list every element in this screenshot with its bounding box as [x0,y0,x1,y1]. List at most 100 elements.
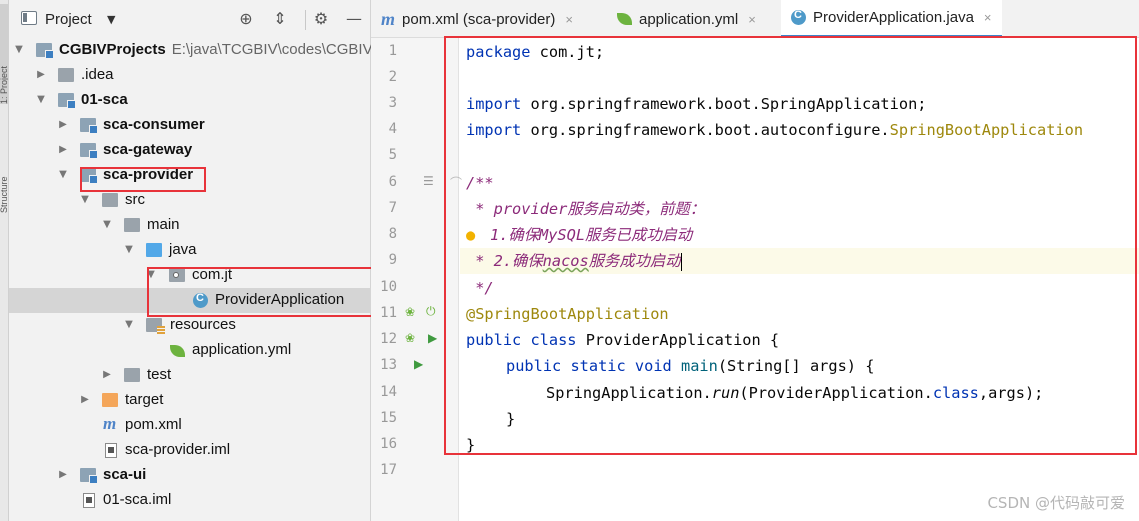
doc-render-icon[interactable]: ☰ [423,174,434,188]
spring-class-icon [193,292,208,308]
module-folder-icon [36,43,54,59]
tree-item-pom-xml[interactable]: m pom.xml [9,413,371,438]
chevron-down-icon[interactable]: ▼ [123,319,135,331]
line-number: 13 [380,357,397,373]
tree-item-idea[interactable]: ▶ .idea [9,63,371,88]
line-number: 9 [388,252,397,268]
code-line: SpringApplication.run(ProviderApplicatio… [546,384,1044,402]
code-area[interactable]: package com.jt; import org.springframewo… [460,38,1139,521]
folder-icon [102,193,118,207]
editor-tab-bar: m pom.xml (sca-provider) × application.y… [371,0,1139,38]
structure-tool-tab[interactable]: Structure [0,118,8,213]
tree-item-sca-provider-iml[interactable]: sca-provider.iml [9,438,371,463]
gear-icon[interactable]: ⚙ [312,10,330,28]
code-line: import org.springframework.boot.SpringAp… [466,95,927,113]
tree-item-label: sca-consumer [103,116,205,133]
chevron-down-icon[interactable]: ▼ [13,44,25,56]
chevron-right-icon[interactable]: ▶ [57,144,69,156]
module-folder-icon [80,468,98,484]
tool-window-strip: 1: Project Structure [0,0,9,521]
chevron-down-icon[interactable]: ▼ [107,13,115,26]
line-number: 17 [380,462,397,478]
tree-item-main[interactable]: ▼ main [9,213,371,238]
chevron-down-icon[interactable]: ▼ [35,94,47,106]
tree-item-sca-ui[interactable]: ▶ sca-ui [9,463,371,488]
tree-item-resources[interactable]: ▼ resources [9,313,371,338]
tree-item-sca-gateway[interactable]: ▶ sca-gateway [9,138,371,163]
run-icon[interactable]: ▶ [414,357,423,371]
tab-application-yml[interactable]: application.yml × [617,0,756,38]
close-icon[interactable]: × [748,12,756,27]
line-number: 5 [388,147,397,163]
tree-item-label: sca-provider.iml [125,441,231,458]
tree-item-application-yml[interactable]: application.yml [9,338,371,363]
source-folder-icon [146,243,162,257]
close-icon[interactable]: × [565,12,573,27]
line-number: 6 [388,174,397,190]
code-line-current: * 2.确保nacos服务成功启动 [460,248,1139,274]
lightbulb-icon[interactable]: ● [466,226,475,244]
folder-icon [58,68,74,82]
code-line: @SpringBootApplication [466,305,669,323]
code-line: package com.jt; [466,43,605,61]
chevron-down-icon[interactable]: ▼ [123,244,135,256]
spring-bean-icon[interactable]: ❀ [405,331,415,345]
code-line: */ [466,279,494,297]
tree-item-label: .idea [81,66,114,83]
package-icon [169,268,185,282]
chevron-down-icon[interactable]: ▼ [101,219,113,231]
tree-item-01-sca-iml[interactable]: 01-sca.iml [9,488,371,513]
collapse-icon[interactable]: ⇕ [271,10,289,28]
tree-item-label: ProviderApplication [215,291,345,308]
target-icon[interactable]: ⊕ [237,10,255,28]
line-number: 12 [380,331,397,347]
tree-item-target[interactable]: ▶ target [9,388,371,413]
tree-item-test[interactable]: ▶ test [9,363,371,388]
chevron-down-icon[interactable]: ▼ [57,169,69,181]
folder-icon [124,218,140,232]
excluded-folder-icon [102,393,118,407]
chevron-down-icon[interactable]: ▼ [79,194,91,206]
tree-item-sca-consumer[interactable]: ▶ sca-consumer [9,113,371,138]
tree-item-provider-application[interactable]: ProviderApplication [9,288,371,313]
tab-provider-application-java[interactable]: ProviderApplication.java × [781,0,1002,38]
project-tool-tab[interactable]: 1: Project [0,4,8,104]
project-panel-title[interactable]: Project [45,11,92,28]
close-icon[interactable]: × [984,10,992,25]
line-number-gutter[interactable]: 1 2 3 4 5 6 7 8 9 10 11 12 13 14 15 16 1… [371,38,462,521]
tree-item-label: 01-sca.iml [103,491,172,508]
tree-item-com-jt[interactable]: ▼ com.jt [9,263,371,288]
tree-item-src[interactable]: ▼ src [9,188,371,213]
module-folder-icon [80,168,98,184]
tree-item-sca-provider[interactable]: ▼ sca-provider [9,163,371,188]
spring-boot-icon[interactable]: ⏻ [426,304,436,319]
chevron-right-icon[interactable]: ▶ [57,119,69,131]
tree-item-label: main [147,216,180,233]
tree-item-cgbivprojects[interactable]: ▼ CGBIVProjects E:\java\TCGBIV\codes\CGBI… [9,38,373,63]
minimize-icon[interactable]: — [345,10,363,28]
code-line: ● 1.确保MySQL服务已成功启动 [466,226,693,244]
code-line: } [466,436,476,454]
tab-label: pom.xml (sca-provider) [402,10,556,28]
tree-item-01-sca[interactable]: ▼ 01-sca [9,88,371,113]
chevron-right-icon[interactable]: ▶ [79,394,91,406]
watermark: CSDN @代码敲可爱 [987,494,1125,512]
tree-item-label: com.jt [192,266,233,283]
chevron-right-icon[interactable]: ▶ [57,469,69,481]
chevron-down-icon[interactable]: ▼ [145,269,157,281]
chevron-right-icon[interactable]: ▶ [35,69,47,81]
chevron-right-icon[interactable]: ▶ [101,369,113,381]
code-line: * provider服务启动类，前题： [466,200,705,218]
run-icon[interactable]: ▶ [428,331,437,345]
code-line: public class ProviderApplication { [466,331,780,349]
resources-folder-icon [146,318,165,334]
tab-pom-xml[interactable]: m pom.xml (sca-provider) × [381,0,573,38]
line-number: 8 [388,226,397,242]
tree-item-label: application.yml [192,341,292,358]
tree-item-java[interactable]: ▼ java [9,238,371,263]
code-line: import org.springframework.boot.autoconf… [466,121,1084,139]
tree-item-label: target [125,391,164,408]
spring-leaf-icon [170,345,185,357]
tab-label: ProviderApplication.java [813,9,974,26]
spring-bean-icon[interactable]: ❀ [405,305,415,319]
